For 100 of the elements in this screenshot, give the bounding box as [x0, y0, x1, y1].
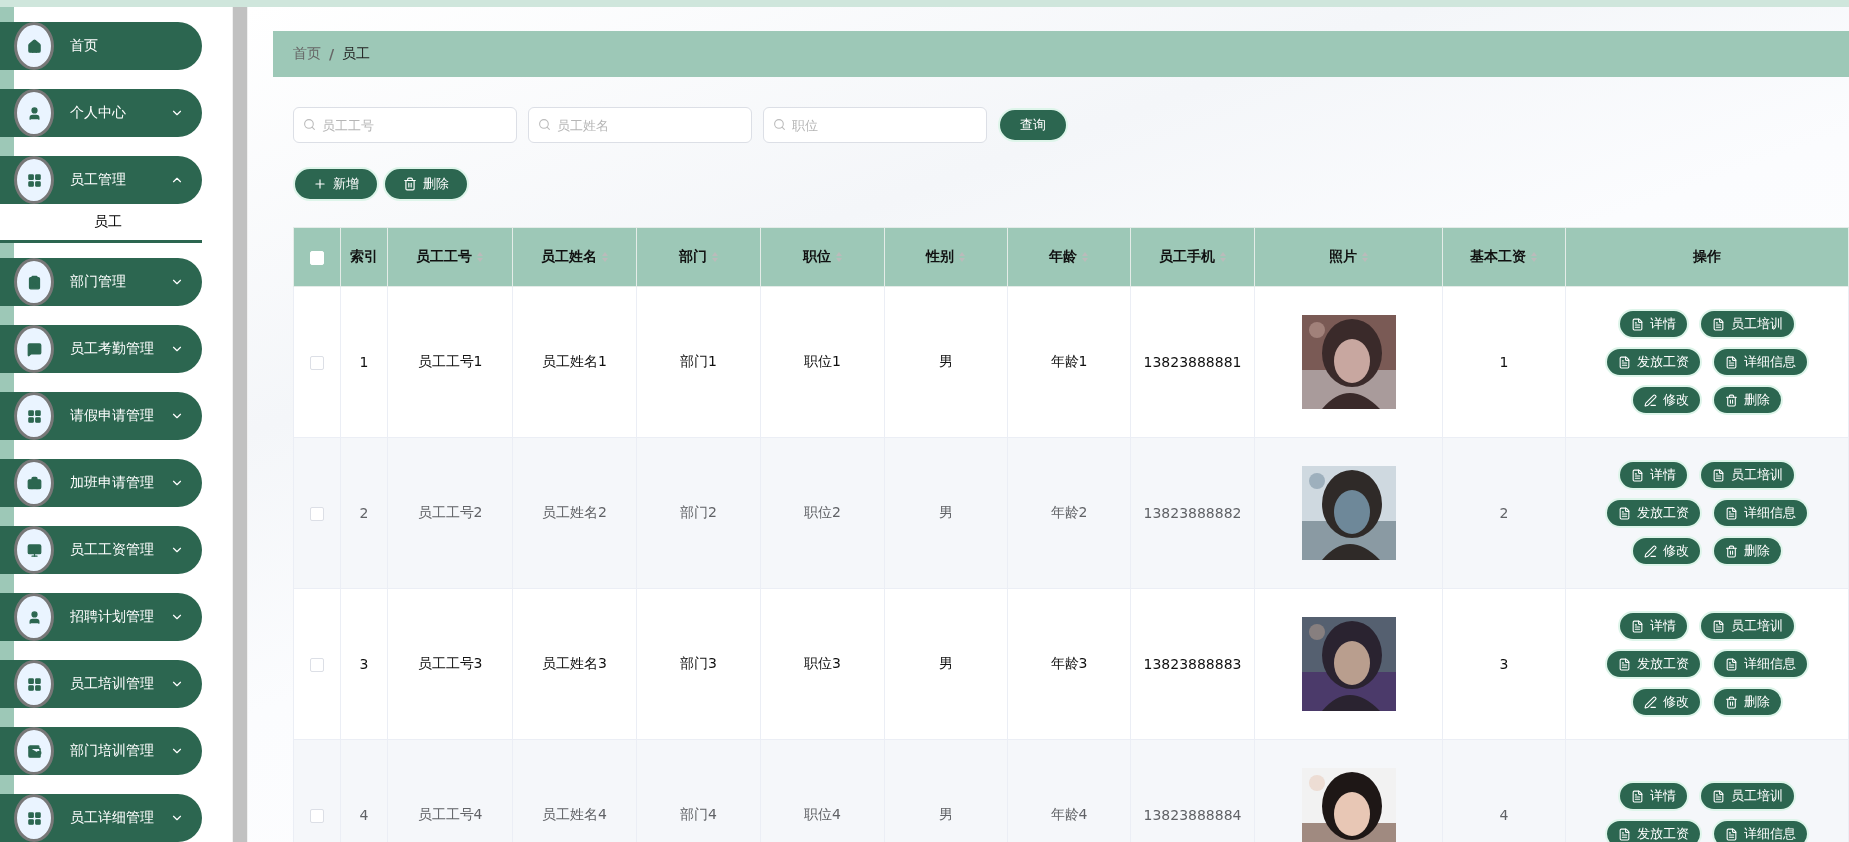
column-header[interactable]: 员工手机 [1130, 227, 1255, 287]
grid-icon [26, 408, 42, 424]
submenu-item[interactable]: 员工 [0, 204, 202, 243]
document-icon [1725, 506, 1738, 520]
action-button[interactable]: 详细信息 [1712, 649, 1809, 679]
table-cell: 1 [340, 286, 388, 438]
column-header[interactable]: 年龄 [1007, 227, 1131, 287]
column-header[interactable]: 性别 [884, 227, 1008, 287]
pen-icon [1644, 393, 1657, 407]
table-cell: 员工姓名3 [512, 588, 637, 740]
query-button[interactable]: 查询 [998, 108, 1068, 142]
pen-icon [1644, 695, 1657, 709]
column-header[interactable]: 部门 [636, 227, 761, 287]
action-button[interactable]: 删除 [1712, 385, 1783, 415]
action-button[interactable]: 详情 [1618, 309, 1689, 339]
action-button[interactable]: 详情 [1618, 781, 1689, 811]
row-checkbox[interactable] [310, 809, 324, 823]
action-button[interactable]: 员工培训 [1699, 611, 1796, 641]
table-cell: 员工工号2 [387, 437, 513, 589]
column-header[interactable]: 基本工资 [1442, 227, 1566, 287]
column-header: 索引 [340, 227, 388, 287]
action-button[interactable]: 详细信息 [1712, 819, 1809, 842]
action-button[interactable]: 员工培训 [1699, 460, 1796, 490]
home-icon [26, 38, 42, 54]
action-button[interactable]: 发放工资 [1605, 819, 1702, 842]
table-cell: 男 [884, 437, 1008, 589]
document-icon [1712, 789, 1725, 803]
sort-icon [958, 251, 966, 263]
action-button[interactable]: 修改 [1631, 687, 1702, 717]
document-icon [1725, 827, 1738, 841]
table-cell: 员工工号3 [387, 588, 513, 740]
plus-icon [313, 177, 327, 191]
action-button[interactable]: 详情 [1618, 611, 1689, 641]
sort-icon [476, 251, 484, 263]
row-checkbox[interactable] [310, 658, 324, 672]
action-button[interactable]: 发放工资 [1605, 347, 1702, 377]
document-icon [1631, 789, 1644, 803]
sidebar-item[interactable]: 员工管理 [0, 156, 202, 204]
row-checkbox[interactable] [310, 356, 324, 370]
search-field[interactable]: 职位 [763, 107, 987, 143]
document-icon [1631, 468, 1644, 482]
sidebar-item[interactable]: 部门培训管理 [0, 727, 202, 775]
column-header[interactable]: 员工姓名 [512, 227, 637, 287]
action-button[interactable]: 详细信息 [1712, 498, 1809, 528]
search-field[interactable]: 员工姓名 [528, 107, 752, 143]
action-button[interactable]: 详情 [1618, 460, 1689, 490]
sidebar-item[interactable]: 员工工资管理 [0, 526, 202, 574]
column-header[interactable]: 职位 [760, 227, 885, 287]
action-button[interactable]: 删除 [1712, 687, 1783, 717]
table-cell: 3 [1442, 588, 1566, 740]
document-icon [1618, 657, 1631, 671]
sidebar-item[interactable]: 个人中心 [0, 89, 202, 137]
sidebar-item[interactable]: 首页 [0, 22, 202, 70]
action-button[interactable]: 员工培训 [1699, 309, 1796, 339]
document-icon [1712, 317, 1725, 331]
sort-icon [1530, 251, 1538, 263]
clipboard-icon [26, 274, 42, 290]
table-cell: 年龄3 [1007, 588, 1131, 740]
row-checkbox[interactable] [310, 507, 324, 521]
user-icon [26, 609, 42, 625]
wallet-icon [26, 743, 42, 759]
table-cell: 年龄1 [1007, 286, 1131, 438]
sidebar-item[interactable]: 员工详细管理 [0, 794, 202, 842]
select-all-checkbox[interactable] [310, 251, 324, 265]
table-cell: 2 [340, 437, 388, 589]
sidebar-item[interactable]: 加班申请管理 [0, 459, 202, 507]
sidebar-item[interactable]: 员工培训管理 [0, 660, 202, 708]
sidebar-item[interactable]: 部门管理 [0, 258, 202, 306]
table-cell: 13823888882 [1130, 437, 1255, 589]
column-header[interactable]: 照片 [1254, 227, 1443, 287]
document-icon [1631, 317, 1644, 331]
action-button[interactable]: 删除 [1712, 536, 1783, 566]
table-cell: 1 [1442, 286, 1566, 438]
document-icon [1712, 468, 1725, 482]
sidebar-item[interactable]: 请假申请管理 [0, 392, 202, 440]
add-button[interactable]: 新增 [293, 167, 379, 201]
monitor-icon [26, 542, 42, 558]
action-button[interactable]: 修改 [1631, 536, 1702, 566]
breadcrumb-item: 员工 [342, 45, 371, 63]
sidebar-item[interactable]: 员工考勤管理 [0, 325, 202, 373]
scrollbar[interactable] [233, 7, 247, 842]
column-header[interactable]: 员工工号 [387, 227, 513, 287]
document-icon [1618, 355, 1631, 369]
action-button[interactable]: 修改 [1631, 385, 1702, 415]
search-field[interactable]: 员工工号 [293, 107, 517, 143]
table-cell: 职位2 [760, 437, 885, 589]
breadcrumb-separator: / [329, 46, 335, 62]
table-cell: 职位1 [760, 286, 885, 438]
column-header: 操作 [1565, 227, 1849, 287]
sort-icon [1360, 251, 1369, 263]
table-cell: 部门2 [636, 437, 761, 589]
sidebar-item[interactable]: 招聘计划管理 [0, 593, 202, 641]
table-cell: 3 [340, 588, 388, 740]
action-button[interactable]: 详细信息 [1712, 347, 1809, 377]
sort-icon [1218, 251, 1227, 263]
delete-button[interactable]: 删除 [383, 167, 469, 201]
action-button[interactable]: 员工培训 [1699, 781, 1796, 811]
action-button[interactable]: 发放工资 [1605, 649, 1702, 679]
sort-icon [834, 251, 843, 263]
action-button[interactable]: 发放工资 [1605, 498, 1702, 528]
